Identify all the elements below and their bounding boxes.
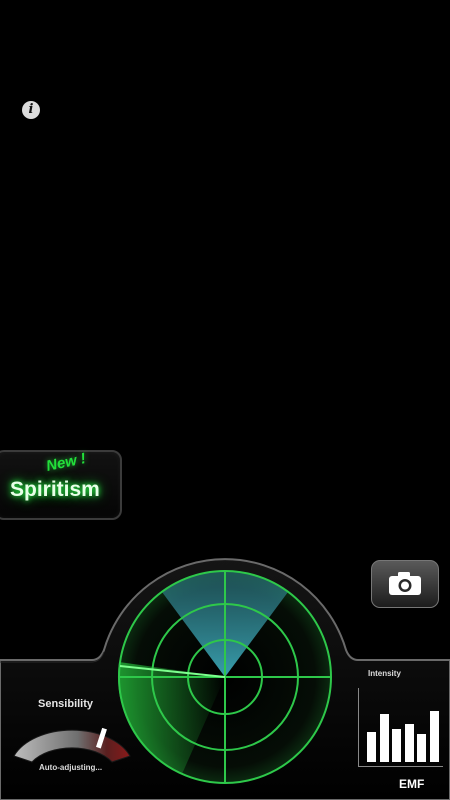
intensity-bar [367, 732, 376, 762]
intensity-bar [379, 714, 389, 762]
sensibility-status: Auto-adjusting... [39, 763, 103, 772]
new-badge: New ! [44, 450, 88, 475]
intensity-bar [404, 724, 414, 762]
spiritism-button[interactable]: New ! Spiritism [0, 450, 122, 520]
info-icon[interactable]: i [22, 101, 40, 119]
emf-label: EMF [399, 777, 425, 791]
radar-display [117, 570, 332, 784]
intensity-title: Intensity [368, 669, 401, 678]
spiritism-label: Spiritism [10, 478, 100, 501]
intensity-bar [429, 711, 439, 762]
intensity-bar [417, 734, 426, 762]
intensity-meter [358, 688, 443, 767]
sensibility-title: Sensibility [38, 698, 94, 710]
intensity-bar [392, 729, 401, 762]
sensibility-gauge[interactable] [10, 712, 134, 768]
